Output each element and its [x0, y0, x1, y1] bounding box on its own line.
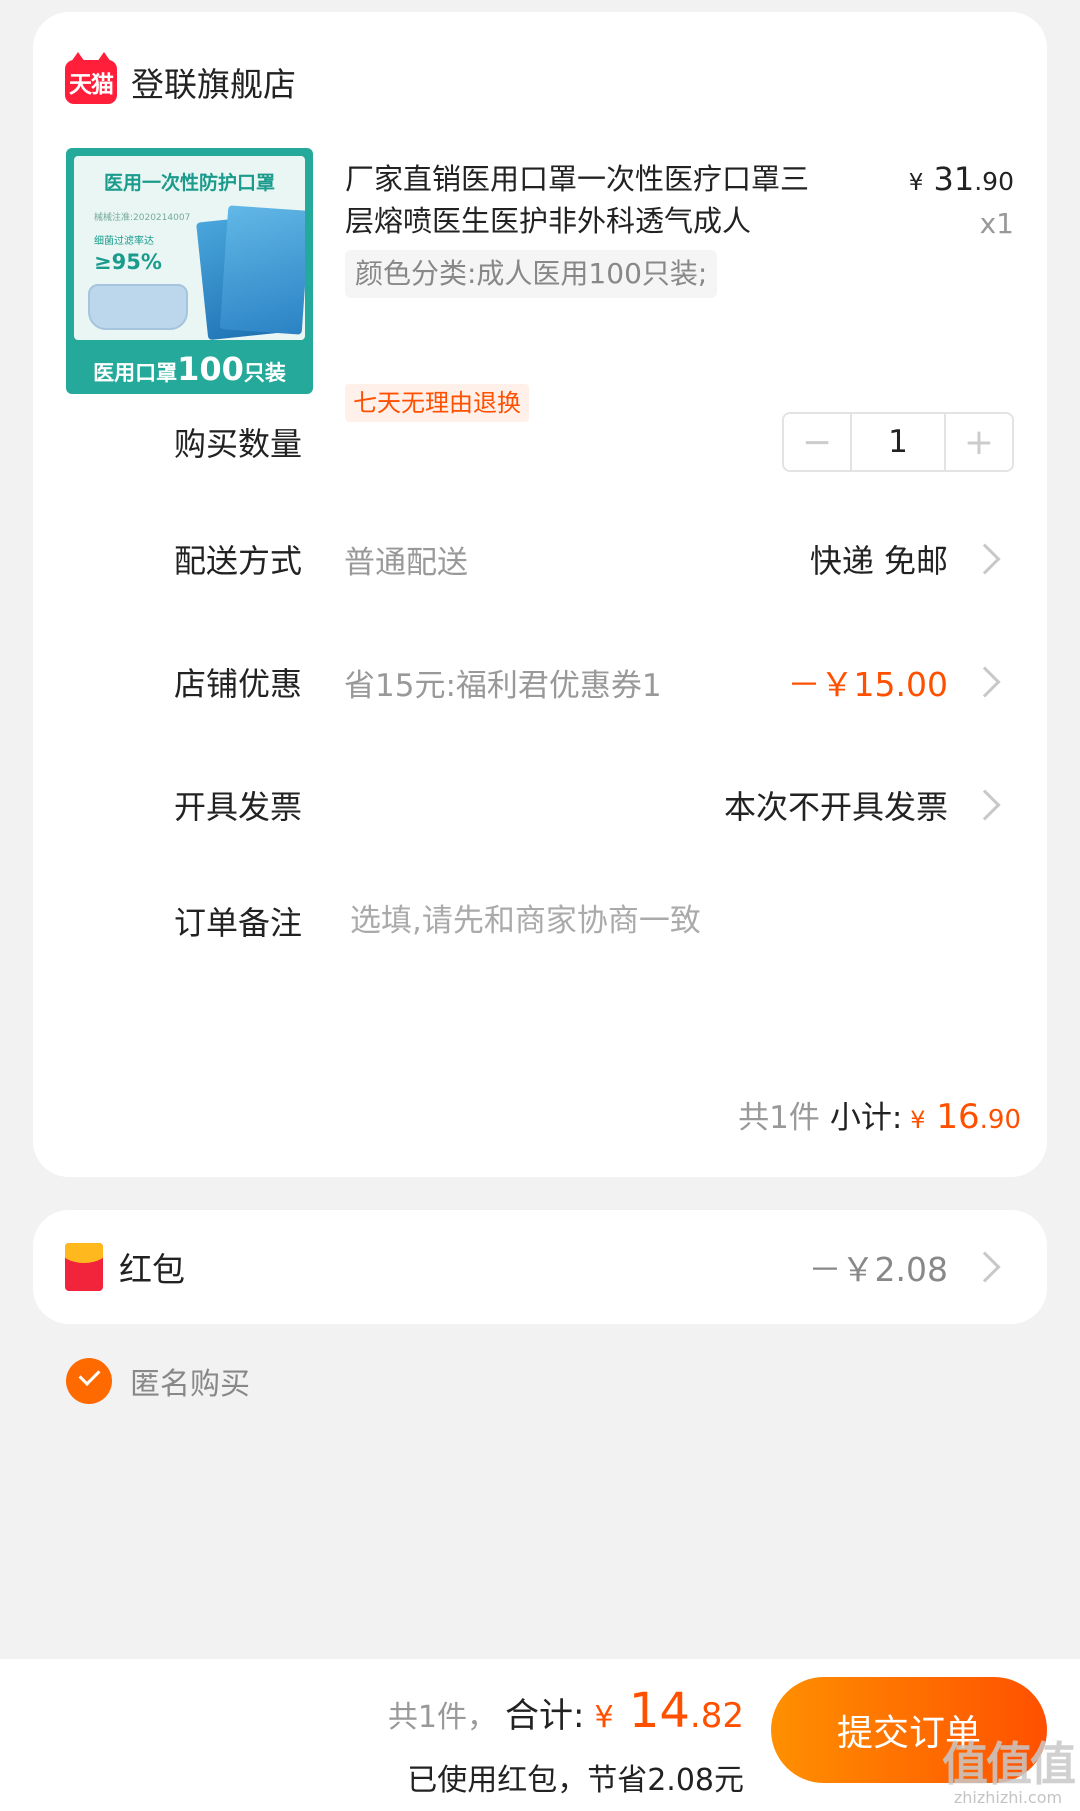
store-order-card: 天猫 登联旗舰店 医用一次性防护口罩 械械注准:2020214007 细菌过滤率… — [33, 12, 1047, 1177]
product-image[interactable]: 医用一次性防护口罩 械械注准:2020214007 细菌过滤率达 ≥95% 医用… — [66, 148, 313, 394]
red-packet-value: －￥2.08 — [808, 1250, 948, 1289]
store-coupon-label: 店铺优惠 — [174, 665, 303, 703]
chevron-right-icon — [969, 789, 1001, 821]
quantity-row: 购买数量 − 1 + — [174, 412, 1014, 472]
mask-package-illustration — [219, 205, 305, 335]
store-coupon-value: －￥15.00 — [787, 665, 948, 704]
checkout-bar: 共1件， 合计: ¥ 14.82 已使用红包，节省2.08元 提交订单 值值值 … — [0, 1659, 1080, 1811]
total-amount: ¥ 14.82 — [594, 1683, 744, 1739]
subtotal: 共1件 小计: ¥ 16.90 — [738, 1092, 1021, 1137]
red-packet-label: 红包 — [119, 1250, 185, 1289]
quantity-value[interactable]: 1 — [850, 414, 946, 470]
total-line: 共1件， 合计: ¥ 14.82 — [388, 1683, 744, 1739]
product-title[interactable]: 厂家直销医用口罩一次性医疗口罩三层熔喷医生医护非外科透气成人 — [345, 158, 825, 242]
anonymous-purchase-toggle[interactable]: 匿名购买 — [66, 1358, 250, 1404]
delivery-value: 快递 免邮 — [809, 542, 948, 580]
product-image-caption: 医用口罩100只装 — [93, 350, 286, 388]
decrease-button[interactable]: − — [784, 414, 850, 470]
chevron-right-icon — [969, 543, 1001, 575]
total-label: 合计: — [505, 1696, 585, 1736]
savings-text: 已使用红包，节省2.08元 — [407, 1763, 744, 1798]
delivery-method: 普通配送 — [344, 544, 468, 581]
order-remark-input[interactable] — [350, 903, 870, 939]
product-image-inner: 医用一次性防护口罩 械械注准:2020214007 细菌过滤率达 ≥95% — [74, 156, 305, 340]
subtotal-amount: ¥ 16.90 — [910, 1097, 1021, 1137]
product-image-rate: ≥95% — [94, 250, 162, 274]
invoice-row[interactable]: 开具发票 本次不开具发票 — [174, 775, 1014, 835]
watermark-logo: 值值值 — [942, 1737, 1076, 1791]
watermark: 值值值 zhizhizhi.com — [942, 1728, 1076, 1807]
chevron-right-icon — [969, 666, 1001, 698]
store-coupon-row[interactable]: 店铺优惠 省15元:福利君优惠券1 －￥15.00 — [174, 652, 1014, 712]
increase-button[interactable]: + — [946, 414, 1012, 470]
delivery-row[interactable]: 配送方式 普通配送 快递 免邮 — [174, 529, 1014, 589]
store-coupon-desc: 省15元:福利君优惠券1 — [344, 667, 662, 704]
product-image-title: 医用一次性防护口罩 — [103, 172, 275, 194]
anonymous-purchase-label: 匿名购买 — [130, 1367, 250, 1402]
subtotal-count: 共1件 — [738, 1100, 820, 1136]
total-count: 共1件， — [387, 1700, 498, 1735]
store-name[interactable]: 登联旗舰店 — [131, 58, 296, 106]
order-remark-label: 订单备注 — [174, 904, 303, 942]
product-price: ¥ 31.90 — [908, 160, 1014, 198]
subtotal-label: 小计: — [829, 1100, 903, 1136]
quantity-label: 购买数量 — [174, 425, 303, 463]
red-packet-icon — [65, 1243, 103, 1291]
invoice-label: 开具发票 — [174, 788, 303, 826]
delivery-label: 配送方式 — [174, 542, 303, 580]
sku-tag: 颜色分类:成人医用100只装; — [345, 250, 718, 298]
chevron-right-icon — [969, 1251, 1001, 1283]
checkmark-icon[interactable] — [66, 1358, 112, 1404]
quantity-stepper: − 1 + — [782, 412, 1014, 472]
product-quantity: x1 — [979, 207, 1014, 240]
tmall-logo-icon: 天猫 — [65, 52, 117, 104]
red-packet-row[interactable]: 红包 －￥2.08 — [33, 1210, 1047, 1324]
order-remark-row: 订单备注 — [174, 891, 1014, 951]
product-image-rate-label: 细菌过滤率达 — [94, 236, 154, 247]
store-header[interactable]: 天猫 登联旗舰店 — [65, 50, 296, 114]
mask-illustration — [88, 284, 188, 330]
watermark-url: zhizhizhi.com — [953, 1788, 1063, 1807]
invoice-value: 本次不开具发票 — [723, 788, 948, 826]
product-image-note: 械械注准:2020214007 — [94, 213, 191, 223]
